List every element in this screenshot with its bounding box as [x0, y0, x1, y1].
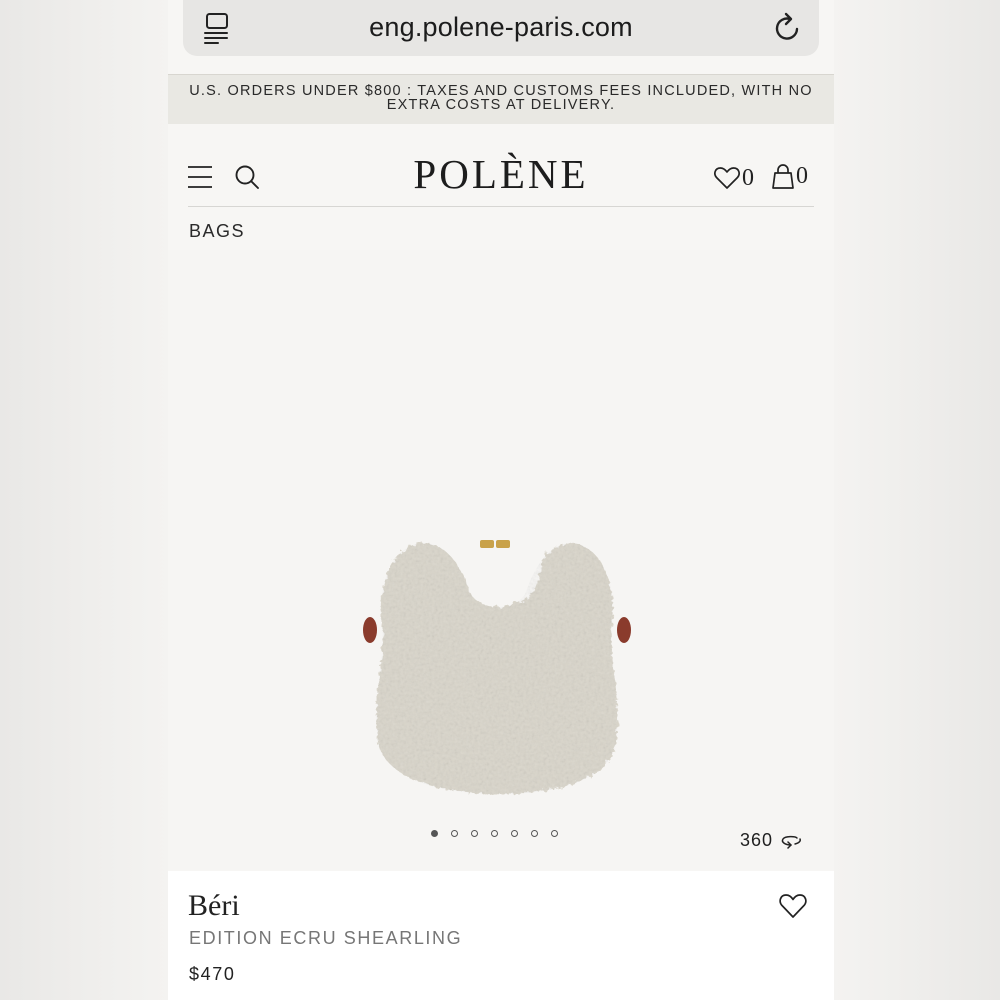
- rotate-icon: [781, 835, 802, 849]
- view-360-label: 360: [740, 830, 774, 850]
- announcement-bar: U.S. ORDERS UNDER $800 : TAXES AND CUSTO…: [168, 74, 834, 124]
- product-name: Béri: [188, 889, 240, 922]
- product-price: $470: [189, 964, 236, 984]
- bag-icon: [772, 164, 794, 189]
- url-text[interactable]: eng.polene-paris.com: [183, 12, 819, 43]
- view-360-button[interactable]: 360: [740, 830, 803, 851]
- reload-icon[interactable]: [773, 12, 803, 44]
- header-divider: [188, 206, 814, 207]
- product-gallery[interactable]: 360: [168, 250, 834, 870]
- cart-button[interactable]: 0: [772, 162, 808, 190]
- address-bar[interactable]: eng.polene-paris.com: [183, 0, 819, 56]
- gallery-dot[interactable]: [491, 830, 498, 837]
- add-to-wishlist-heart-icon[interactable]: [779, 892, 807, 920]
- breadcrumb[interactable]: BAGS: [189, 221, 245, 242]
- gallery-dot[interactable]: [531, 830, 538, 837]
- gallery-dot[interactable]: [511, 830, 518, 837]
- gallery-pagination: [431, 830, 558, 837]
- product-image[interactable]: [358, 532, 638, 802]
- wishlist-count: 0: [742, 164, 754, 191]
- gallery-dot[interactable]: [431, 830, 438, 837]
- heart-icon: [714, 167, 740, 189]
- wishlist-button[interactable]: 0: [714, 164, 754, 192]
- background-left: [0, 0, 168, 1000]
- product-info: Béri EDITION ECRU SHEARLING $470: [168, 871, 834, 1000]
- phone-screen: eng.polene-paris.com U.S. ORDERS UNDER $…: [168, 0, 834, 1000]
- gallery-dot[interactable]: [551, 830, 558, 837]
- site-header: POLÈNE 0 0: [168, 124, 834, 207]
- product-edition: EDITION ECRU SHEARLING: [189, 928, 463, 948]
- gallery-dot[interactable]: [471, 830, 478, 837]
- announcement-text: U.S. ORDERS UNDER $800 : TAXES AND CUSTO…: [189, 83, 813, 113]
- browser-toolbar: eng.polene-paris.com: [168, 0, 834, 74]
- background-right: [834, 0, 1000, 1000]
- cart-count: 0: [796, 162, 808, 189]
- gallery-dot[interactable]: [451, 830, 458, 837]
